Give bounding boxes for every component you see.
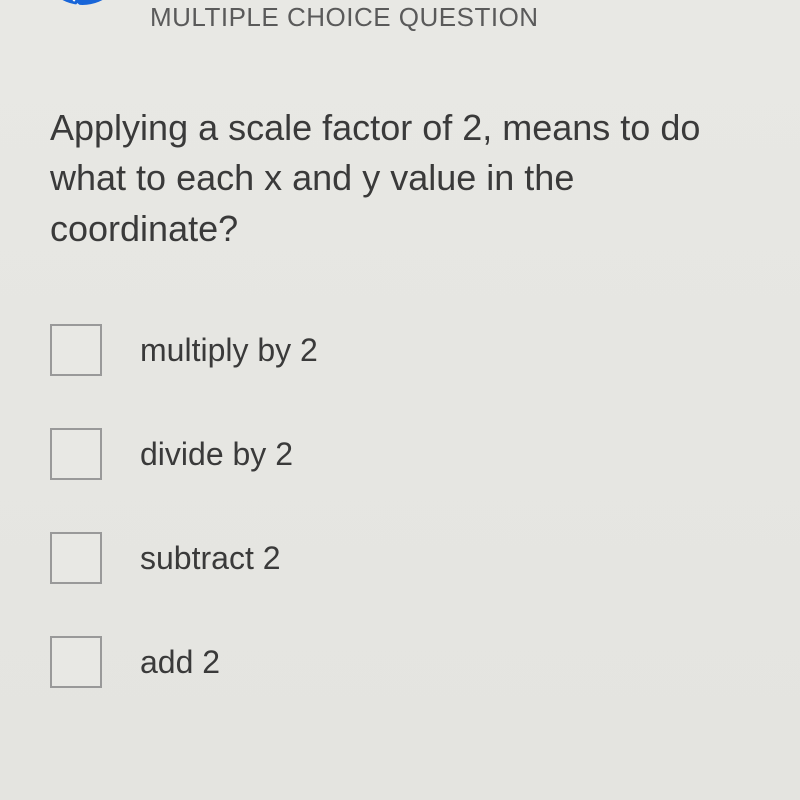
option-label: add 2 [140, 644, 220, 681]
option-divide[interactable]: divide by 2 [50, 428, 750, 480]
checklist-icon [65, 0, 101, 5]
question-type-label: MULTIPLE CHOICE QUESTION [150, 2, 539, 33]
option-multiply[interactable]: multiply by 2 [50, 324, 750, 376]
options-list: multiply by 2 divide by 2 subtract 2 add… [0, 304, 800, 708]
checklist-icon-circle [40, 0, 125, 5]
question-text: Applying a scale factor of 2, means to d… [0, 33, 800, 304]
question-header: MULTIPLE CHOICE QUESTION [0, 0, 800, 33]
checkbox[interactable] [50, 532, 102, 584]
checkbox[interactable] [50, 324, 102, 376]
checkbox[interactable] [50, 428, 102, 480]
option-add[interactable]: add 2 [50, 636, 750, 688]
option-subtract[interactable]: subtract 2 [50, 532, 750, 584]
option-label: divide by 2 [140, 436, 293, 473]
checkbox[interactable] [50, 636, 102, 688]
option-label: subtract 2 [140, 540, 281, 577]
option-label: multiply by 2 [140, 332, 318, 369]
